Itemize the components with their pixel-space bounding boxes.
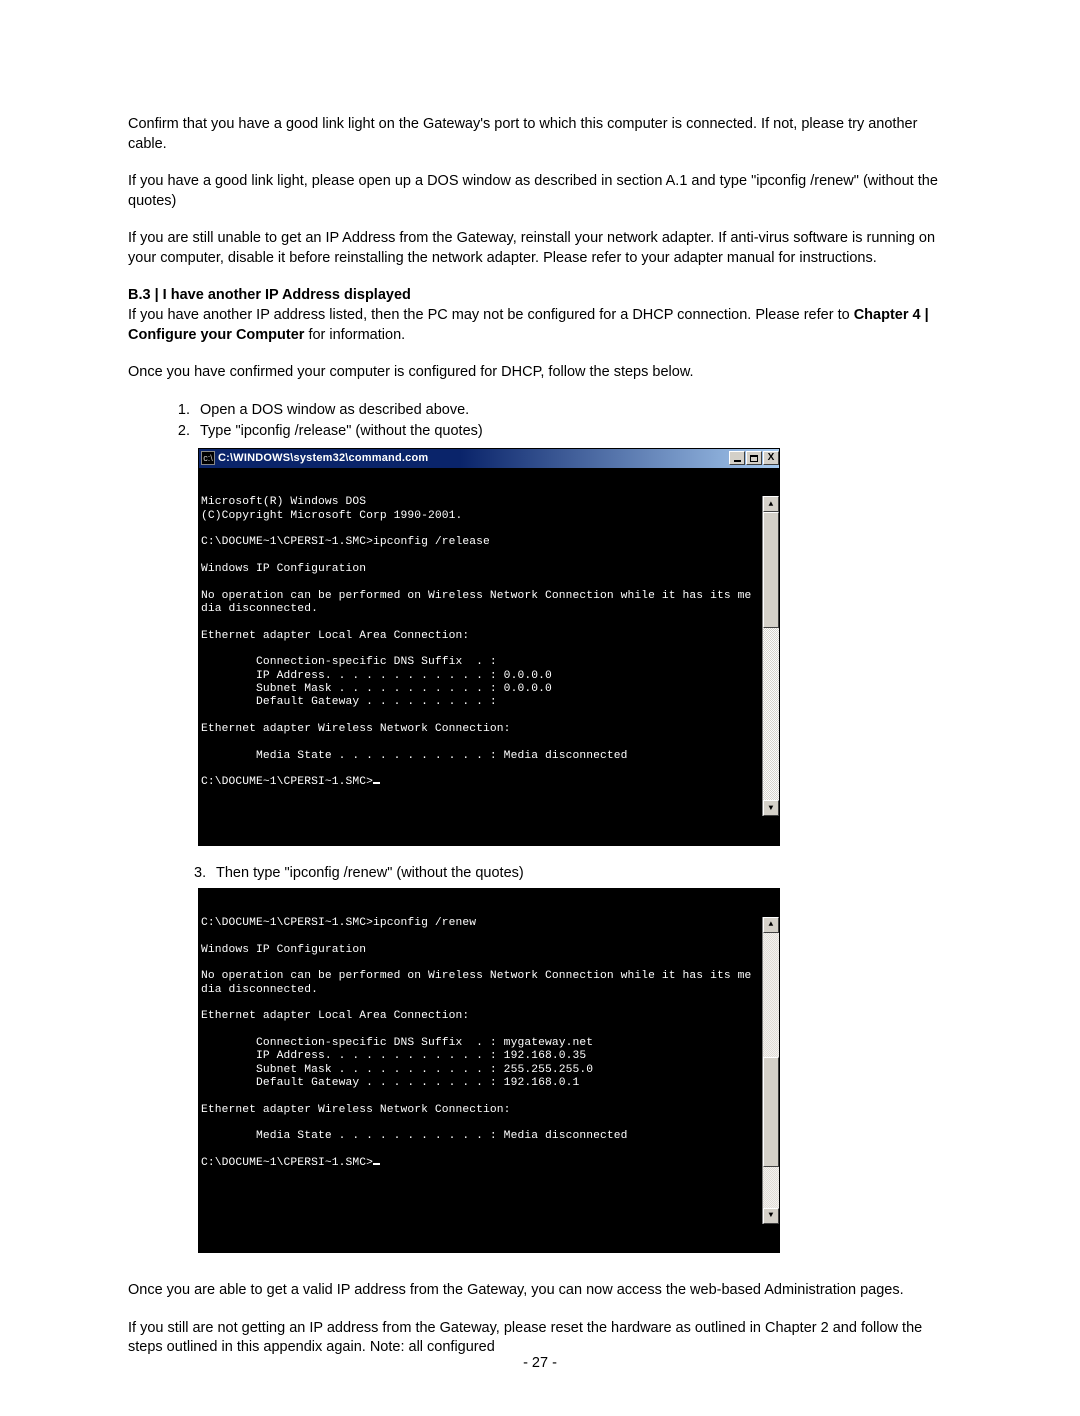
- scroll-up-icon[interactable]: ▲: [763, 496, 779, 512]
- scrollbar-thumb[interactable]: [763, 1057, 779, 1167]
- terminal-output: Microsoft(R) Windows DOS (C)Copyright Mi…: [199, 468, 779, 845]
- paragraph: Once you have confirmed your computer is…: [128, 363, 952, 383]
- scrollbar-track[interactable]: [763, 933, 779, 1208]
- paragraph: Confirm that you have a good link light …: [128, 115, 952, 154]
- section-heading: B.3 | I have another IP Address displaye…: [128, 287, 411, 303]
- step-item: 3.Then type "ipconfig /renew" (without t…: [128, 864, 952, 884]
- scrollbar-thumb[interactable]: [763, 512, 779, 627]
- step-item: Type "ipconfig /release" (without the qu…: [194, 422, 952, 442]
- maximize-button[interactable]: [746, 451, 762, 465]
- paragraph: Once you are able to get a valid IP addr…: [128, 1281, 952, 1301]
- close-button[interactable]: X: [763, 451, 779, 465]
- cursor-icon: [373, 1163, 380, 1165]
- scroll-down-icon[interactable]: ▼: [763, 1208, 779, 1224]
- step-number: 3.: [194, 864, 216, 884]
- page-number: - 27 -: [0, 1354, 1080, 1374]
- steps-list: Open a DOS window as described above. Ty…: [128, 401, 952, 442]
- terminal-output: C:\DOCUME~1\CPERSI~1.SMC>ipconfig /renew…: [199, 889, 779, 1253]
- paragraph: If you have a good link light, please op…: [128, 172, 952, 211]
- paragraph: If you still are not getting an IP addre…: [128, 1319, 952, 1358]
- terminal-text: Microsoft(R) Windows DOS (C)Copyright Mi…: [201, 496, 751, 788]
- dos-window: c:\ C:\WINDOWS\system32\command.com X Mi…: [198, 448, 780, 846]
- scrollbar[interactable]: ▲ ▼: [762, 917, 779, 1224]
- document-page: Confirm that you have a good link light …: [0, 0, 1080, 1416]
- paragraph-tail: for information.: [304, 327, 405, 343]
- step-item: Open a DOS window as described above.: [194, 401, 952, 421]
- scrollbar-track[interactable]: [763, 512, 779, 800]
- terminal-text: C:\DOCUME~1\CPERSI~1.SMC>ipconfig /renew…: [201, 917, 751, 1169]
- command-prompt-icon: c:\: [201, 451, 215, 465]
- scroll-down-icon[interactable]: ▼: [763, 800, 779, 816]
- minimize-button[interactable]: [729, 451, 745, 465]
- window-titlebar: c:\ C:\WINDOWS\system32\command.com X: [199, 449, 779, 468]
- paragraph: If you are still unable to get an IP Add…: [128, 229, 952, 268]
- scroll-up-icon[interactable]: ▲: [763, 917, 779, 933]
- scrollbar[interactable]: ▲ ▼: [762, 496, 779, 816]
- cursor-icon: [373, 782, 380, 784]
- window-title: C:\WINDOWS\system32\command.com: [218, 451, 428, 466]
- paragraph: If you have another IP address listed, t…: [128, 307, 854, 323]
- dos-window: C:\DOCUME~1\CPERSI~1.SMC>ipconfig /renew…: [198, 888, 780, 1254]
- step-text: Then type "ipconfig /renew" (without the…: [216, 865, 524, 881]
